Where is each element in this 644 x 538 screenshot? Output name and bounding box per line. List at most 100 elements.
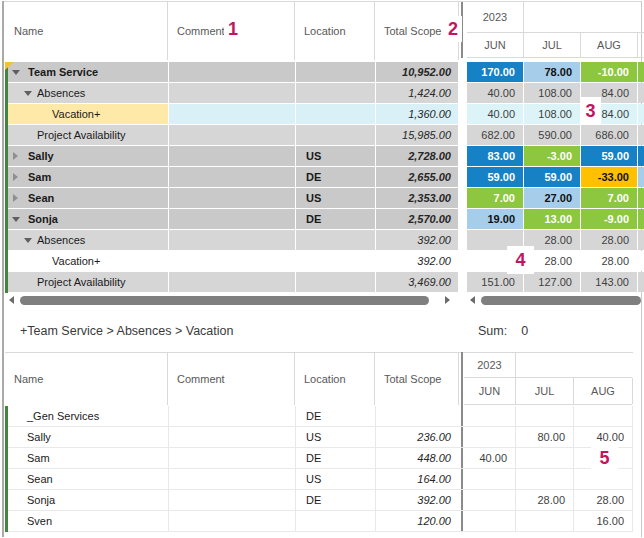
row-location-cell[interactable] <box>296 511 375 531</box>
table-row-months[interactable]: 40.00108.0084.00 <box>467 83 644 104</box>
month-value-cell[interactable]: -9.00 <box>581 209 637 229</box>
row-total-scope-cell[interactable]: 164.00 <box>376 469 458 489</box>
row-name-cell[interactable]: Absences <box>5 230 168 250</box>
month-value-cell[interactable]: -33.00 <box>581 167 637 187</box>
row-location-cell[interactable] <box>296 83 375 103</box>
row-location-cell[interactable]: DE <box>296 167 375 187</box>
row-total-scope-cell[interactable]: 392.00 <box>376 251 458 271</box>
table-row[interactable]: Absences1,424.00 <box>5 83 458 104</box>
top-right-hscrollbar[interactable] <box>467 294 644 307</box>
table-row-months[interactable]: 151.00127.00143.00 <box>467 272 644 293</box>
table-row[interactable]: SamDE2,655.00 <box>5 167 458 188</box>
month-value-cell[interactable]: 28.00 <box>516 490 573 510</box>
row-name-cell[interactable]: Team Service <box>5 62 168 82</box>
row-comment-cell[interactable] <box>169 272 295 292</box>
row-comment-cell[interactable] <box>169 83 295 103</box>
table-row-months[interactable]: 170.0078.00-10.00 <box>467 62 644 83</box>
row-name-cell[interactable]: Sally <box>5 146 168 166</box>
month-value-cell[interactable]: 13.00 <box>524 209 580 229</box>
row-total-scope-cell[interactable]: 236.00 <box>376 427 458 447</box>
month-value-cell[interactable] <box>465 511 515 531</box>
row-total-scope-cell[interactable] <box>376 406 458 426</box>
month-value-cell[interactable]: -10.00 <box>581 62 637 82</box>
table-row[interactable]: Team Service 10,952.00 <box>5 62 458 83</box>
month-value-cell[interactable]: 78.00 <box>524 62 580 82</box>
expand-collapse-icon[interactable] <box>24 238 32 243</box>
table-row-months[interactable]: 59.0059.00-33.00 <box>467 167 644 188</box>
month-value-cell[interactable]: 16.00 <box>574 511 632 531</box>
table-row-months[interactable]: 28.0028.00 <box>467 230 644 251</box>
row-comment-cell[interactable] <box>169 448 295 468</box>
table-row-months[interactable]: 83.00-3.0059.00 <box>467 146 644 167</box>
table-row[interactable]: Vacation+ 392.00 <box>5 251 458 272</box>
top-left-hscrollbar[interactable] <box>5 294 458 307</box>
row-location-cell[interactable]: US <box>296 188 375 208</box>
row-comment-cell[interactable] <box>169 427 295 447</box>
row-comment-cell[interactable] <box>169 104 295 124</box>
row-location-cell[interactable] <box>296 62 375 82</box>
month-value-cell[interactable] <box>465 427 515 447</box>
month-value-cell[interactable] <box>465 490 515 510</box>
row-location-cell[interactable]: US <box>296 469 375 489</box>
expand-collapse-icon[interactable] <box>12 217 20 222</box>
month-value-cell[interactable]: 7.00 <box>467 188 523 208</box>
row-total-scope-cell[interactable]: 2,353.00 <box>376 188 458 208</box>
row-total-scope-cell[interactable]: 120.00 <box>376 511 458 531</box>
table-row-months[interactable]: 7.0027.007.00 <box>467 188 644 209</box>
row-total-scope-cell[interactable]: 3,469.00 <box>376 272 458 292</box>
expand-collapse-icon[interactable] <box>13 194 18 202</box>
month-value-cell[interactable]: 127.00 <box>524 272 580 292</box>
table-row[interactable]: SonjaDE2,570.00 <box>5 209 458 230</box>
scroll-right-arrow-icon[interactable] <box>445 296 450 304</box>
row-total-scope-cell[interactable]: 15,985.00 <box>376 125 458 145</box>
row-comment-cell[interactable] <box>169 62 295 82</box>
table-row-months[interactable]: 40.00108.0084.00 <box>467 104 644 125</box>
row-name-cell[interactable]: Sven <box>5 511 168 531</box>
month-value-cell[interactable] <box>465 406 515 426</box>
table-row[interactable]: Project Availability 3,469.00 <box>5 272 458 293</box>
row-location-cell[interactable]: DE <box>296 209 375 229</box>
month-value-cell[interactable]: 7.00 <box>581 188 637 208</box>
row-location-cell[interactable]: DE <box>296 406 375 426</box>
month-value-cell[interactable]: 59.00 <box>524 167 580 187</box>
scroll-left-arrow-icon[interactable] <box>470 296 475 304</box>
row-location-cell[interactable] <box>296 251 375 271</box>
month-value-cell[interactable]: 59.00 <box>581 146 637 166</box>
month-value-cell[interactable]: 40.00 <box>467 104 523 124</box>
expand-collapse-icon[interactable] <box>13 173 18 181</box>
month-value-cell[interactable]: 19.00 <box>467 209 523 229</box>
row-comment-cell[interactable] <box>169 146 295 166</box>
row-total-scope-cell[interactable]: 448.00 <box>376 448 458 468</box>
row-name-cell[interactable]: Sean <box>5 469 168 489</box>
month-value-cell[interactable]: 590.00 <box>524 125 580 145</box>
row-name-cell[interactable]: Sonja <box>5 490 168 510</box>
month-value-cell[interactable]: 80.00 <box>516 427 573 447</box>
row-name-cell[interactable]: Vacation+ <box>5 104 168 124</box>
row-total-scope-cell[interactable]: 2,655.00 <box>376 167 458 187</box>
row-total-scope-cell[interactable]: 2,570.00 <box>376 209 458 229</box>
table-row[interactable]: Project Availability15,985.00 <box>5 125 458 146</box>
month-value-cell[interactable]: 151.00 <box>467 272 523 292</box>
month-value-cell[interactable]: -3.00 <box>524 146 580 166</box>
row-total-scope-cell[interactable]: 1,360.00 <box>376 104 458 124</box>
row-total-scope-cell[interactable]: 392.00 <box>376 230 458 250</box>
table-row[interactable]: Sean US164.00 <box>5 469 632 490</box>
row-comment-cell[interactable] <box>169 511 295 531</box>
row-name-cell[interactable]: Vacation+ <box>5 251 168 271</box>
row-total-scope-cell[interactable]: 10,952.00 <box>376 62 458 82</box>
month-value-cell[interactable]: 28.00 <box>581 230 637 250</box>
row-comment-cell[interactable] <box>169 469 295 489</box>
month-value-cell[interactable]: 40.00 <box>465 448 515 468</box>
row-comment-cell[interactable] <box>169 406 295 426</box>
row-name-cell[interactable]: Sean <box>5 188 168 208</box>
month-value-cell[interactable] <box>574 406 632 426</box>
row-name-cell[interactable]: Project Availability <box>5 272 168 292</box>
table-row[interactable]: Sven 120.00 16.00 <box>5 511 632 532</box>
month-value-cell[interactable]: 682.00 <box>467 125 523 145</box>
expand-collapse-icon[interactable] <box>12 70 20 75</box>
month-value-cell[interactable] <box>516 469 573 489</box>
table-row[interactable]: Vacation+ 1,360.00 <box>5 104 458 125</box>
row-comment-cell[interactable] <box>169 188 295 208</box>
month-value-cell[interactable]: 108.00 <box>524 104 580 124</box>
row-location-cell[interactable]: DE <box>296 448 375 468</box>
